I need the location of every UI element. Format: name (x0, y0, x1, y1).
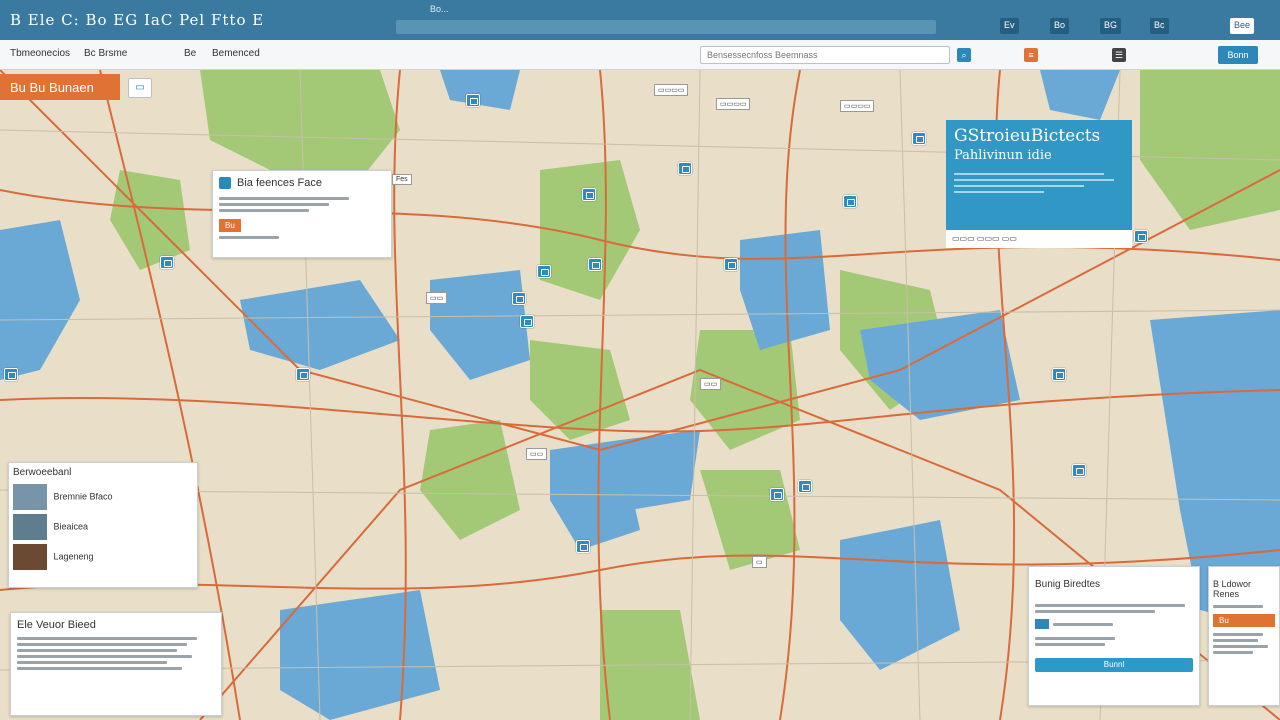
promo-panel: GStroieuBictects Pahlivinun idie ▭▭▭ ▭▭▭… (946, 120, 1132, 248)
result-thumbnail (13, 484, 47, 510)
map-marker-icon[interactable] (520, 315, 534, 328)
map-marker-icon[interactable] (296, 368, 310, 381)
ctl-4[interactable]: Bc (1150, 18, 1169, 34)
map-marker-icon[interactable] (512, 292, 526, 305)
info-icon (219, 177, 231, 189)
promo-subtitle: Pahlivinun idie (954, 148, 1052, 163)
info-panel: Bia feences Face Bu (212, 170, 392, 258)
side-panel: B Ldowor Renes Bu (1208, 566, 1280, 706)
map-marker-icon[interactable] (160, 256, 174, 269)
route-button[interactable]: Bunnl (1035, 658, 1193, 672)
address-bar[interactable] (396, 20, 936, 34)
map-marker-icon[interactable] (678, 162, 692, 175)
map-label: ▭▭ (700, 378, 722, 390)
results-title: Berwoeebanl (13, 467, 72, 478)
map-marker-icon[interactable] (4, 368, 18, 381)
area-banner: Bu Bu Bunaen (0, 74, 120, 100)
notes-panel: Ele Veuor Bieed (10, 612, 222, 716)
map-marker-icon[interactable] (1134, 230, 1148, 243)
side-action-button[interactable]: Bu (1213, 614, 1275, 627)
result-thumbnail (13, 544, 47, 570)
map-marker-icon[interactable] (576, 540, 590, 553)
go-button[interactable]: Bonn (1218, 46, 1258, 64)
toolbar-item-4[interactable]: Bemenced (212, 48, 260, 59)
map-marker-icon[interactable] (724, 258, 738, 271)
map-marker-icon[interactable] (537, 265, 551, 278)
results-panel: Berwoeebanl Bremnie Bfaco Bieaicea Lagen… (8, 462, 198, 588)
menu-icon[interactable]: ☰ (1112, 48, 1126, 62)
toolbar-item-1[interactable]: Tbmeonecios (10, 48, 70, 59)
result-item[interactable]: Bieaicea (13, 514, 193, 540)
result-item-label: Bremnie Bfaco (53, 491, 113, 502)
app-title: B Ele C: Bo EG IaC Pel Ftto E (10, 11, 265, 29)
map-marker-icon[interactable] (466, 94, 480, 107)
result-item-label: Bieaicea (53, 521, 89, 532)
promo-title: GStroieuBictects (954, 126, 1101, 146)
layers-icon[interactable]: ≡ (1024, 48, 1038, 62)
map-marker-icon[interactable] (1072, 464, 1086, 477)
toolbar-item-2[interactable]: Bc Brsme (84, 48, 127, 59)
map-marker-icon[interactable] (843, 195, 857, 208)
toolbar-item-3[interactable]: Be (184, 48, 196, 59)
route-title: Bunig Biredtes (1035, 579, 1101, 590)
route-panel: Bunig Biredtes Bunnl (1028, 566, 1200, 706)
map-label: ▭▭▭▭ (716, 98, 751, 110)
map-marker-icon[interactable] (798, 480, 812, 493)
ctl-3[interactable]: BG (1100, 18, 1122, 34)
title-bar: B Ele C: Bo EG IaC Pel Ftto E Bo... Ev B… (0, 0, 1280, 40)
map-label: ▭ (752, 556, 767, 568)
map-label: ▭▭ (526, 448, 548, 460)
map-marker-icon[interactable] (770, 488, 784, 501)
result-thumbnail (13, 514, 47, 540)
info-action-button[interactable]: Bu (219, 219, 241, 232)
promo-footer[interactable]: ▭▭▭ ▭▭▭ ▭▭ (946, 230, 1132, 248)
notes-title: Ele Veuor Bieed (17, 619, 96, 631)
info-panel-title: Bia feences Face (237, 177, 322, 189)
result-item[interactable]: Bremnie Bfaco (13, 484, 193, 510)
result-item-label: Lageneng (53, 551, 94, 562)
ctl-1[interactable]: Ev (1000, 18, 1019, 34)
map-marker-icon[interactable] (582, 188, 596, 201)
ctl-5[interactable]: Bee (1230, 18, 1255, 34)
close-banner-button[interactable]: ▭ (128, 78, 152, 98)
tab-1[interactable]: Bo... (430, 4, 449, 18)
result-item[interactable]: Lageneng (13, 544, 193, 570)
ctl-2[interactable]: Bo (1050, 18, 1070, 34)
search-input[interactable]: Bensessecnfoss Beemnass (700, 46, 950, 64)
search-icon[interactable]: ⌕ (957, 48, 971, 62)
map-marker-icon[interactable] (912, 132, 926, 145)
map-marker-icon[interactable] (1052, 368, 1066, 381)
map-label: ▭▭▭▭ (654, 84, 689, 96)
info-badge: Fes (392, 174, 412, 185)
toolbar: Tbmeonecios Bc Brsme Be Bemenced Bensess… (0, 40, 1280, 70)
map-label: ▭▭▭▭ (840, 100, 875, 112)
map-marker-icon[interactable] (588, 258, 602, 271)
map-label: ▭▭ (426, 292, 448, 304)
side-title: B Ldowor Renes (1213, 579, 1252, 599)
